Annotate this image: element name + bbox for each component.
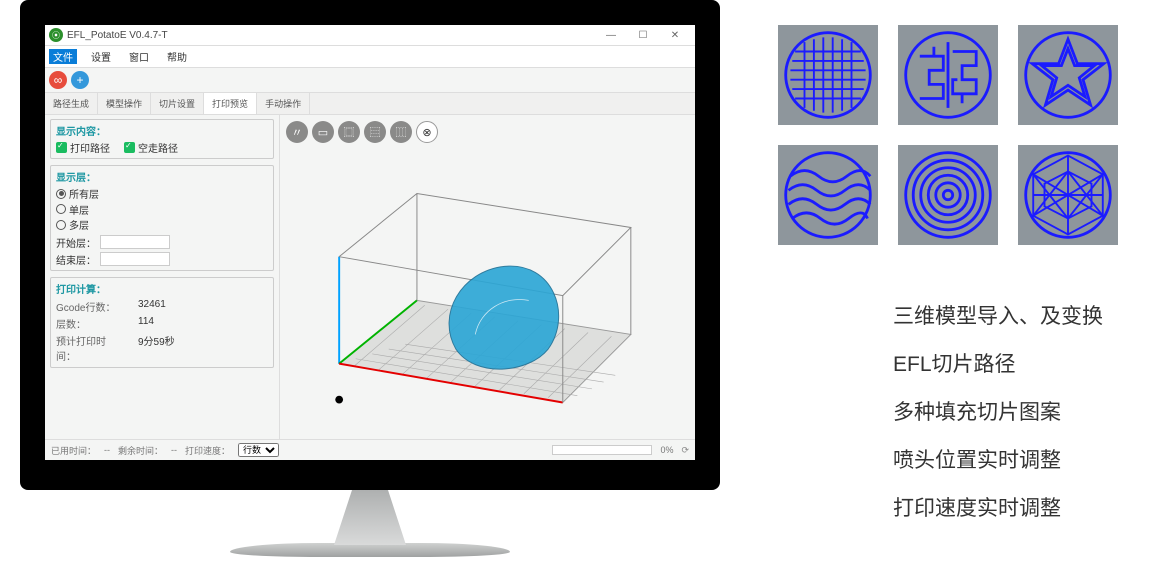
gcode-lines-label: Gcode行数： xyxy=(56,299,120,314)
layers-value: 114 xyxy=(138,316,154,331)
check-icon xyxy=(56,142,67,153)
3d-scene xyxy=(310,165,660,439)
radio-multi-layer[interactable]: 多层 xyxy=(56,217,89,232)
viewport-toolbar: 〃 ▭ ⿴ ⿳ ⿲ ⊗ xyxy=(286,121,438,143)
pattern-grid xyxy=(778,25,1118,245)
progress-value: 0% xyxy=(660,445,673,455)
vp-btn-material[interactable]: 〃 xyxy=(286,121,308,143)
tab-print-preview[interactable]: 打印预览 xyxy=(204,93,257,114)
est-time-label: 预计打印时间： xyxy=(56,333,120,363)
checkbox-travel-path[interactable]: 空走路径 xyxy=(124,140,178,155)
feature-item: EFL切片路径 xyxy=(893,348,1103,378)
checkbox-print-path[interactable]: 打印路径 xyxy=(56,140,110,155)
menu-window[interactable]: 窗口 xyxy=(125,49,153,64)
titlebar: ⦿ EFL_PotatoE V0.4.7-T — ☐ ✕ xyxy=(45,25,695,46)
radio-icon xyxy=(56,204,66,214)
link-icon: ∞ xyxy=(54,73,63,87)
print-calc-group: 打印计算： Gcode行数： 32461 层数： 114 xyxy=(50,277,274,368)
monitor-mockup: ⦿ EFL_PotatoE V0.4.7-T — ☐ ✕ 文件 设置 窗口 帮助… xyxy=(20,0,720,557)
end-layer-input[interactable] xyxy=(100,252,170,266)
left-panel: 显示内容： 打印路径 空走路径 xyxy=(45,115,280,439)
pattern-grid-fill xyxy=(778,25,878,125)
window-minimize-button[interactable]: — xyxy=(595,30,627,41)
start-layer-input[interactable] xyxy=(100,235,170,249)
end-layer-row: 结束层： xyxy=(56,252,268,267)
feature-item: 三维模型导入、及变换 xyxy=(893,300,1103,330)
display-layer-group: 显示层： 所有层 单层 多层 xyxy=(50,165,274,271)
status-bar: 已用时间： -- 剩余时间： -- 打印速度： 行数 0% ⟳ xyxy=(45,439,695,460)
window-maximize-button[interactable]: ☐ xyxy=(627,30,659,41)
body: 显示内容： 打印路径 空走路径 xyxy=(45,115,695,439)
feature-item: 喷头位置实时调整 xyxy=(893,444,1103,474)
checkbox-travel-path-label: 空走路径 xyxy=(138,140,178,155)
print-calc-title: 打印计算： xyxy=(56,281,268,296)
menu-file[interactable]: 文件 xyxy=(49,49,77,64)
pattern-star-fill xyxy=(1018,25,1118,125)
progress-bar xyxy=(552,445,652,455)
vp-btn-view2[interactable]: ⿳ xyxy=(364,121,386,143)
remain-time-value: -- xyxy=(171,445,177,455)
plus-icon: + xyxy=(76,73,83,87)
est-time-value: 9分59秒 xyxy=(138,333,175,363)
monitor-stand xyxy=(310,490,430,545)
menu-bar: 文件 设置 窗口 帮助 xyxy=(45,46,695,68)
pattern-maze-fill xyxy=(898,25,998,125)
pattern-concentric-fill xyxy=(898,145,998,245)
tab-model-operations[interactable]: 模型操作 xyxy=(98,93,151,114)
start-layer-row: 开始层： xyxy=(56,235,268,250)
pattern-waves-fill xyxy=(778,145,878,245)
used-time-value: -- xyxy=(104,445,110,455)
window-title: EFL_PotatoE V0.4.7-T xyxy=(67,30,595,41)
refresh-icon[interactable]: ⟳ xyxy=(681,445,689,456)
radio-single-layer[interactable]: 单层 xyxy=(56,202,89,217)
radio-all-layers-label: 所有层 xyxy=(69,186,99,201)
window-close-button[interactable]: ✕ xyxy=(659,30,691,41)
monitor-bezel: ⦿ EFL_PotatoE V0.4.7-T — ☐ ✕ 文件 设置 窗口 帮助… xyxy=(20,0,720,490)
feature-item: 多种填充切片图案 xyxy=(893,396,1103,426)
display-content-title: 显示内容： xyxy=(56,123,268,138)
status-mode-select[interactable]: 行数 xyxy=(238,443,279,457)
display-content-group: 显示内容： 打印路径 空走路径 xyxy=(50,119,274,159)
monitor-screen: ⦿ EFL_PotatoE V0.4.7-T — ☐ ✕ 文件 设置 窗口 帮助… xyxy=(45,25,695,460)
cut-link-button[interactable]: ∞ xyxy=(49,71,67,89)
3d-viewport[interactable]: 〃 ▭ ⿴ ⿳ ⿲ ⊗ xyxy=(280,115,695,439)
feature-list: 三维模型导入、及变换 EFL切片路径 多种填充切片图案 喷头位置实时调整 打印速… xyxy=(893,300,1103,522)
monitor-base xyxy=(230,543,510,557)
checkbox-print-path-label: 打印路径 xyxy=(70,140,110,155)
tab-manual-operations[interactable]: 手动操作 xyxy=(257,93,310,114)
radio-icon xyxy=(56,220,66,230)
tab-slice-settings[interactable]: 切片设置 xyxy=(151,93,204,114)
check-icon xyxy=(124,142,135,153)
layers-label: 层数： xyxy=(56,316,120,331)
quick-toolbar: ∞ + xyxy=(45,68,695,93)
app-window: ⦿ EFL_PotatoE V0.4.7-T — ☐ ✕ 文件 设置 窗口 帮助… xyxy=(45,25,695,460)
add-button[interactable]: + xyxy=(71,71,89,89)
feature-item: 打印速度实时调整 xyxy=(893,492,1103,522)
menu-settings[interactable]: 设置 xyxy=(87,49,115,64)
print-speed-label: 打印速度： xyxy=(185,444,230,457)
app-logo-icon: ⦿ xyxy=(49,28,63,42)
display-layer-title: 显示层： xyxy=(56,169,268,184)
start-layer-label: 开始层： xyxy=(56,235,96,250)
radio-all-layers[interactable]: 所有层 xyxy=(56,186,99,201)
vp-btn-bounds[interactable]: ▭ xyxy=(312,121,334,143)
used-time-label: 已用时间： xyxy=(51,444,96,457)
menu-help[interactable]: 帮助 xyxy=(163,49,191,64)
pattern-triangles-fill xyxy=(1018,145,1118,245)
tab-strip: 路径生成 模型操作 切片设置 打印预览 手动操作 xyxy=(45,93,695,115)
vp-btn-view3[interactable]: ⿲ xyxy=(390,121,412,143)
radio-icon xyxy=(56,189,66,199)
radio-single-layer-label: 单层 xyxy=(69,202,89,217)
end-layer-label: 结束层： xyxy=(56,252,96,267)
tab-path-generation[interactable]: 路径生成 xyxy=(45,93,98,114)
remain-time-label: 剩余时间： xyxy=(118,444,163,457)
gcode-lines-value: 32461 xyxy=(138,299,166,314)
vp-btn-reset[interactable]: ⊗ xyxy=(416,121,438,143)
vp-btn-view1[interactable]: ⿴ xyxy=(338,121,360,143)
radio-multi-layer-label: 多层 xyxy=(69,217,89,232)
